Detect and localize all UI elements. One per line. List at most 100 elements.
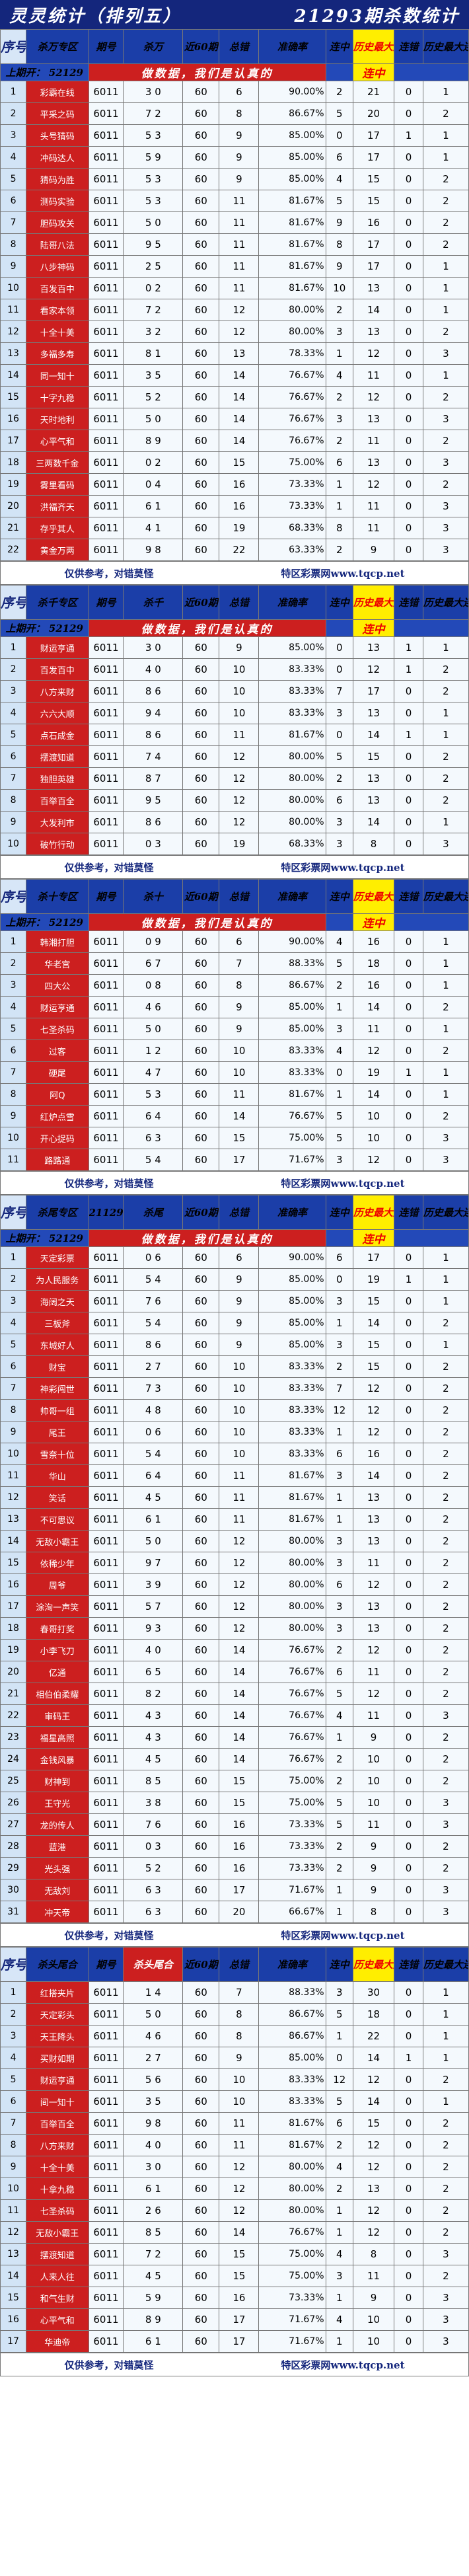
expert-name[interactable]: 金钱风暴: [26, 1748, 89, 1770]
expert-name[interactable]: 无敌刘: [26, 1879, 89, 1901]
expert-name[interactable]: 六六大顺: [26, 702, 89, 724]
expert-name[interactable]: 间一知十: [26, 2090, 89, 2113]
expert-name[interactable]: 天定彩头: [26, 2003, 89, 2026]
expert-name[interactable]: 依稀少年: [26, 1552, 89, 1574]
expert-name[interactable]: 光头强: [26, 1857, 89, 1879]
expert-name[interactable]: 十字九稳: [26, 386, 89, 408]
expert-name[interactable]: 同一知十: [26, 364, 89, 387]
expert-name[interactable]: 百发百中: [26, 277, 89, 299]
expert-name[interactable]: 买财如期: [26, 2047, 89, 2069]
expert-name[interactable]: 黄金万两: [26, 539, 89, 561]
footer-url-link[interactable]: www.tqcp.net: [330, 2359, 404, 2371]
expert-name[interactable]: 测码实验: [26, 190, 89, 212]
expert-name[interactable]: 胆码攻关: [26, 211, 89, 234]
expert-name[interactable]: 红搭夹片: [26, 1981, 89, 2004]
expert-name[interactable]: 财运亨通: [26, 996, 89, 1018]
expert-name[interactable]: 大发利市: [26, 811, 89, 833]
expert-name[interactable]: 冲天帝: [26, 1901, 89, 1923]
expert-name[interactable]: 独胆英雄: [26, 767, 89, 790]
max-miss-streak: 1: [422, 2025, 469, 2047]
expert-name[interactable]: 财运亨通: [26, 636, 89, 659]
expert-name[interactable]: 天时地利: [26, 408, 89, 430]
expert-name[interactable]: 为人民服务: [26, 1268, 89, 1291]
expert-name[interactable]: 八步神码: [26, 255, 89, 278]
footer-url-link[interactable]: www.tqcp.net: [330, 568, 404, 580]
expert-name[interactable]: 蓝港: [26, 1835, 89, 1858]
expert-name[interactable]: 冲码达人: [26, 146, 89, 169]
expert-name[interactable]: 十拿九稳: [26, 2178, 89, 2200]
expert-name[interactable]: 财神到: [26, 1770, 89, 1792]
expert-name[interactable]: 审码王: [26, 1704, 89, 1727]
expert-name[interactable]: 彩霸在线: [26, 81, 89, 103]
expert-name[interactable]: 王守光: [26, 1792, 89, 1814]
expert-name[interactable]: 开心捉码: [26, 1127, 89, 1149]
expert-name[interactable]: 十全十美: [26, 2156, 89, 2178]
expert-name[interactable]: 摆渡知道: [26, 745, 89, 768]
max-hit-streak: 12: [352, 1573, 395, 1596]
expert-name[interactable]: 三板斧: [26, 1312, 89, 1334]
expert-name[interactable]: 财宝: [26, 1355, 89, 1378]
expert-name[interactable]: 帅哥一组: [26, 1399, 89, 1421]
expert-name[interactable]: 四大公: [26, 974, 89, 997]
expert-name[interactable]: 心平气和: [26, 430, 89, 452]
expert-name[interactable]: 破竹行动: [26, 833, 89, 855]
expert-name[interactable]: 福星高照: [26, 1726, 89, 1749]
expert-name[interactable]: 七圣杀码: [26, 1018, 89, 1040]
expert-name[interactable]: 东城好人: [26, 1334, 89, 1356]
expert-name[interactable]: 海阔之天: [26, 1290, 89, 1312]
expert-name[interactable]: 天定彩票: [26, 1246, 89, 1269]
expert-name[interactable]: 猜码为胜: [26, 168, 89, 190]
footer-url-link[interactable]: www.tqcp.net: [330, 1178, 404, 1190]
expert-name[interactable]: 尾王: [26, 1421, 89, 1443]
expert-name[interactable]: 八方来财: [26, 680, 89, 702]
expert-name[interactable]: 路路通: [26, 1149, 89, 1171]
expert-name[interactable]: 多福多寿: [26, 342, 89, 365]
expert-name[interactable]: 周爷: [26, 1573, 89, 1596]
expert-name[interactable]: 涂洵一声笑: [26, 1595, 89, 1618]
expert-name[interactable]: 无敌小霸王: [26, 2221, 89, 2244]
expert-name[interactable]: 平采之码: [26, 102, 89, 125]
expert-name[interactable]: 阿Q: [26, 1083, 89, 1106]
expert-name[interactable]: 华老宫: [26, 952, 89, 975]
expert-name[interactable]: 硬尾: [26, 1061, 89, 1084]
expert-name[interactable]: 笑话: [26, 1486, 89, 1509]
expert-name[interactable]: 百发百中: [26, 658, 89, 681]
expert-name[interactable]: 百举百全: [26, 2112, 89, 2135]
footer-url-link[interactable]: www.tqcp.net: [330, 1930, 404, 1942]
expert-name[interactable]: 雾里看码: [26, 473, 89, 496]
issue-number: 6011: [88, 1726, 124, 1749]
expert-name[interactable]: 华迪帝: [26, 2330, 89, 2353]
expert-name[interactable]: 存乎其人: [26, 517, 89, 539]
expert-name[interactable]: 八方来财: [26, 2134, 89, 2156]
expert-name[interactable]: 亿通: [26, 1661, 89, 1683]
expert-name[interactable]: 十全十美: [26, 321, 89, 343]
expert-name[interactable]: 陆哥八法: [26, 233, 89, 256]
expert-name[interactable]: 看家本领: [26, 299, 89, 321]
kill-digits: 8 6: [123, 811, 184, 833]
expert-name[interactable]: 七圣杀码: [26, 2199, 89, 2222]
expert-name[interactable]: 和气生财: [26, 2287, 89, 2309]
expert-name[interactable]: 无敌小霸王: [26, 1530, 89, 1552]
expert-name[interactable]: 不可思议: [26, 1508, 89, 1531]
footer-url-link[interactable]: www.tqcp.net: [330, 862, 404, 874]
expert-name[interactable]: 摆渡知道: [26, 2243, 89, 2265]
expert-name[interactable]: 龙的传人: [26, 1813, 89, 1836]
expert-name[interactable]: 头号猜码: [26, 124, 89, 147]
expert-name[interactable]: 三两数千金: [26, 451, 89, 474]
expert-name[interactable]: 华山: [26, 1464, 89, 1487]
expert-name[interactable]: 相伯伯柔耀: [26, 1683, 89, 1705]
expert-name[interactable]: 雪奈十位: [26, 1443, 89, 1465]
expert-name[interactable]: 财运亨通: [26, 2068, 89, 2091]
expert-name[interactable]: 韩湘打胆: [26, 930, 89, 953]
expert-name[interactable]: 百举百全: [26, 789, 89, 812]
expert-name[interactable]: 天王降头: [26, 2025, 89, 2047]
expert-name[interactable]: 神彩闯世: [26, 1377, 89, 1400]
expert-name[interactable]: 人来人往: [26, 2265, 89, 2287]
expert-name[interactable]: 小李飞刀: [26, 1639, 89, 1661]
expert-name[interactable]: 点石成金: [26, 724, 89, 746]
expert-name[interactable]: 心平气和: [26, 2308, 89, 2331]
expert-name[interactable]: 过客: [26, 1040, 89, 1062]
expert-name[interactable]: 春哥打奖: [26, 1617, 89, 1640]
expert-name[interactable]: 洪福齐天: [26, 495, 89, 517]
expert-name[interactable]: 红炉点雪: [26, 1105, 89, 1127]
